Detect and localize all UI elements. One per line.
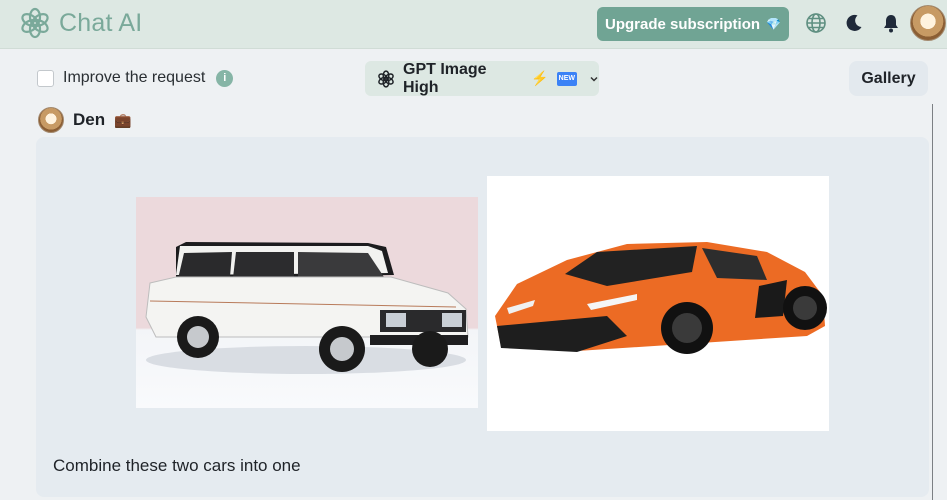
model-select[interactable]: GPT Image High ⚡ NEW — [365, 61, 599, 96]
model-label: GPT Image High — [403, 60, 487, 96]
orange-sports-car-image[interactable] — [487, 176, 829, 431]
bell-icon[interactable] — [879, 11, 903, 35]
moon-icon[interactable] — [842, 11, 866, 35]
globe-icon[interactable] — [804, 11, 828, 35]
improve-request-label: Improve the request — [63, 69, 206, 86]
gem-icon: 💎 — [766, 17, 781, 31]
user-name: Den — [73, 110, 106, 129]
app-name: Chat AI — [59, 8, 143, 37]
scrollbar[interactable] — [932, 104, 933, 500]
briefcase-icon: 💼 — [114, 111, 132, 128]
white-station-wagon-image[interactable] — [136, 197, 478, 408]
new-badge: NEW — [556, 71, 577, 86]
chevron-down-icon — [589, 74, 599, 84]
user-avatar[interactable] — [910, 5, 946, 41]
app-logo[interactable]: Chat AI — [19, 7, 142, 39]
message-text: Combine these two cars into one — [53, 456, 301, 475]
openai-logo-icon — [377, 69, 395, 88]
improve-request-checkbox[interactable] — [37, 69, 54, 87]
openai-logo-icon — [19, 7, 51, 39]
upgrade-label: Upgrade subscription — [605, 15, 761, 33]
gallery-button[interactable]: Gallery — [849, 61, 928, 96]
user-avatar — [38, 107, 64, 133]
upgrade-subscription-button[interactable]: Upgrade subscription 💎 — [597, 7, 789, 41]
message-author: Den 💼 — [38, 107, 132, 133]
bolt-icon: ⚡ — [531, 70, 549, 86]
top-bar: Chat AI Upgrade subscription 💎 — [0, 0, 947, 49]
info-icon[interactable]: i — [216, 69, 234, 87]
improve-request-option[interactable]: Improve the request i — [37, 69, 234, 87]
